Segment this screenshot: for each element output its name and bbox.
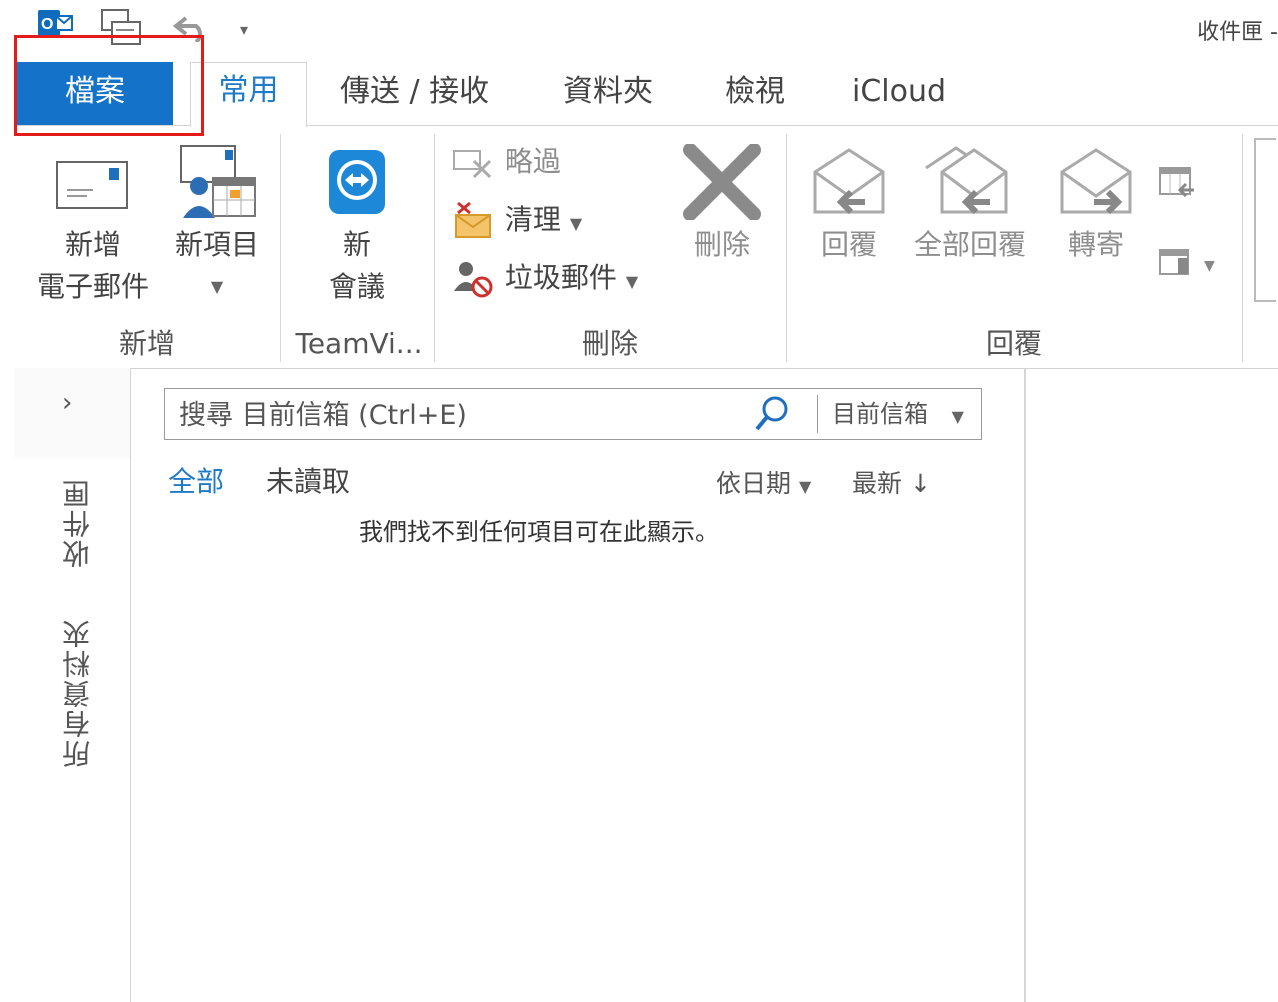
junk-label: 垃圾郵件 (504, 261, 617, 294)
clean-up-icon (450, 201, 505, 238)
tab-send-receive[interactable]: 傳送 / 接收 (340, 64, 489, 122)
new-email-icon (28, 134, 158, 224)
group-label-respond: 回覆 (985, 327, 1042, 360)
delete-label: 刪除 (693, 228, 750, 261)
sort-by-date-caret-icon: ▼ (798, 477, 812, 496)
forward-icon (1048, 134, 1144, 224)
search-box: 目前信箱 ▼ (164, 388, 982, 440)
group-separator (1242, 134, 1243, 362)
forward-button[interactable]: 轉寄 (1048, 134, 1144, 266)
new-items-button[interactable]: 新項目 ▼ (162, 134, 272, 308)
forward-label: 轉寄 (1067, 228, 1124, 261)
delete-icon (672, 134, 772, 224)
teamviewer-icon (292, 134, 422, 224)
svg-text:O: O (41, 16, 53, 33)
delete-button[interactable]: 刪除 (672, 134, 772, 266)
reply-all-button[interactable]: 全部回覆 (904, 134, 1036, 266)
quick-steps-gallery[interactable] (1254, 138, 1276, 302)
group-separator (786, 134, 787, 362)
tab-home[interactable]: 常用 (190, 62, 307, 127)
junk-dropdown-icon: ▼ (625, 272, 639, 291)
message-list-divider[interactable] (1024, 368, 1026, 1002)
clean-up-label: 清理 (504, 203, 561, 236)
ignore-button[interactable]: 略過 (450, 142, 561, 182)
group-label-new: 新增 (118, 327, 175, 360)
new-items-icon (162, 134, 272, 224)
window-title: 收件匣 - (1197, 20, 1278, 45)
search-scope-label: 目前信箱 (832, 400, 928, 428)
new-meeting-label-2: 會議 (328, 270, 385, 303)
ignore-icon (450, 145, 505, 179)
folder-pane-collapsed: › 收件匣 所有資料夾 (14, 368, 131, 1002)
reply-label: 回覆 (820, 228, 877, 261)
reply-button[interactable]: 回覆 (804, 134, 894, 266)
search-scope-caret-icon: ▼ (951, 407, 964, 426)
sort-by-date[interactable]: 依日期 ▼ (716, 466, 811, 505)
new-items-label: 新項目 (174, 228, 259, 261)
junk-button[interactable]: 垃圾郵件 ▼ (450, 258, 638, 302)
search-input[interactable] (177, 395, 741, 435)
empty-list-message: 我們找不到任何項目可在此顯示。 (359, 518, 719, 546)
new-items-dropdown-icon: ▼ (210, 277, 224, 296)
new-email-button[interactable]: 新增 電子郵件 (28, 134, 158, 308)
reply-icon (804, 134, 894, 224)
new-email-label-1: 新增 (64, 228, 121, 261)
svg-text:▼: ▼ (1204, 258, 1215, 274)
nav-all-folders[interactable]: 所有資料夾 (58, 618, 98, 768)
sort-by-date-label: 依日期 (716, 469, 792, 498)
more-respond-icon[interactable]: ▼ (1158, 244, 1222, 284)
reply-all-icon (904, 134, 1036, 224)
new-meeting-button[interactable]: 新 會議 (292, 134, 422, 308)
meeting-reply-icon[interactable] (1158, 166, 1198, 206)
ribbon: 新增 電子郵件 新項目 ▼ 新增 新 會議 TeamVi... 略過 清理 ▼ … (14, 125, 1278, 369)
group-separator (434, 134, 435, 362)
tab-icloud[interactable]: iCloud (852, 64, 946, 122)
sort-order-newest[interactable]: 最新 ↓ (852, 466, 931, 502)
group-label-delete: 刪除 (581, 327, 638, 360)
new-email-label-2: 電子郵件 (36, 270, 149, 303)
file-tab-highlight (14, 35, 204, 136)
search-scope-dropdown[interactable]: 目前信箱 ▼ (817, 395, 964, 433)
nav-inbox[interactable]: 收件匣 (58, 478, 98, 568)
ignore-label: 略過 (504, 145, 561, 178)
group-separator (280, 134, 281, 362)
tab-folder[interactable]: 資料夾 (563, 64, 653, 122)
customize-qat-icon[interactable]: ▾ (240, 20, 248, 39)
clean-up-dropdown-icon: ▼ (569, 214, 583, 233)
chevron-right-icon[interactable]: › (62, 388, 72, 418)
reply-all-label: 全部回覆 (913, 228, 1026, 261)
junk-icon (450, 261, 505, 298)
filter-all[interactable]: 全部 (168, 462, 224, 502)
group-label-teamviewer: TeamVi... (295, 327, 423, 360)
tab-view[interactable]: 檢視 (725, 64, 785, 122)
filter-unread[interactable]: 未讀取 (266, 462, 350, 502)
clean-up-button[interactable]: 清理 ▼ (450, 200, 582, 244)
new-meeting-label-1: 新 (342, 228, 371, 261)
search-icon[interactable] (753, 393, 793, 437)
